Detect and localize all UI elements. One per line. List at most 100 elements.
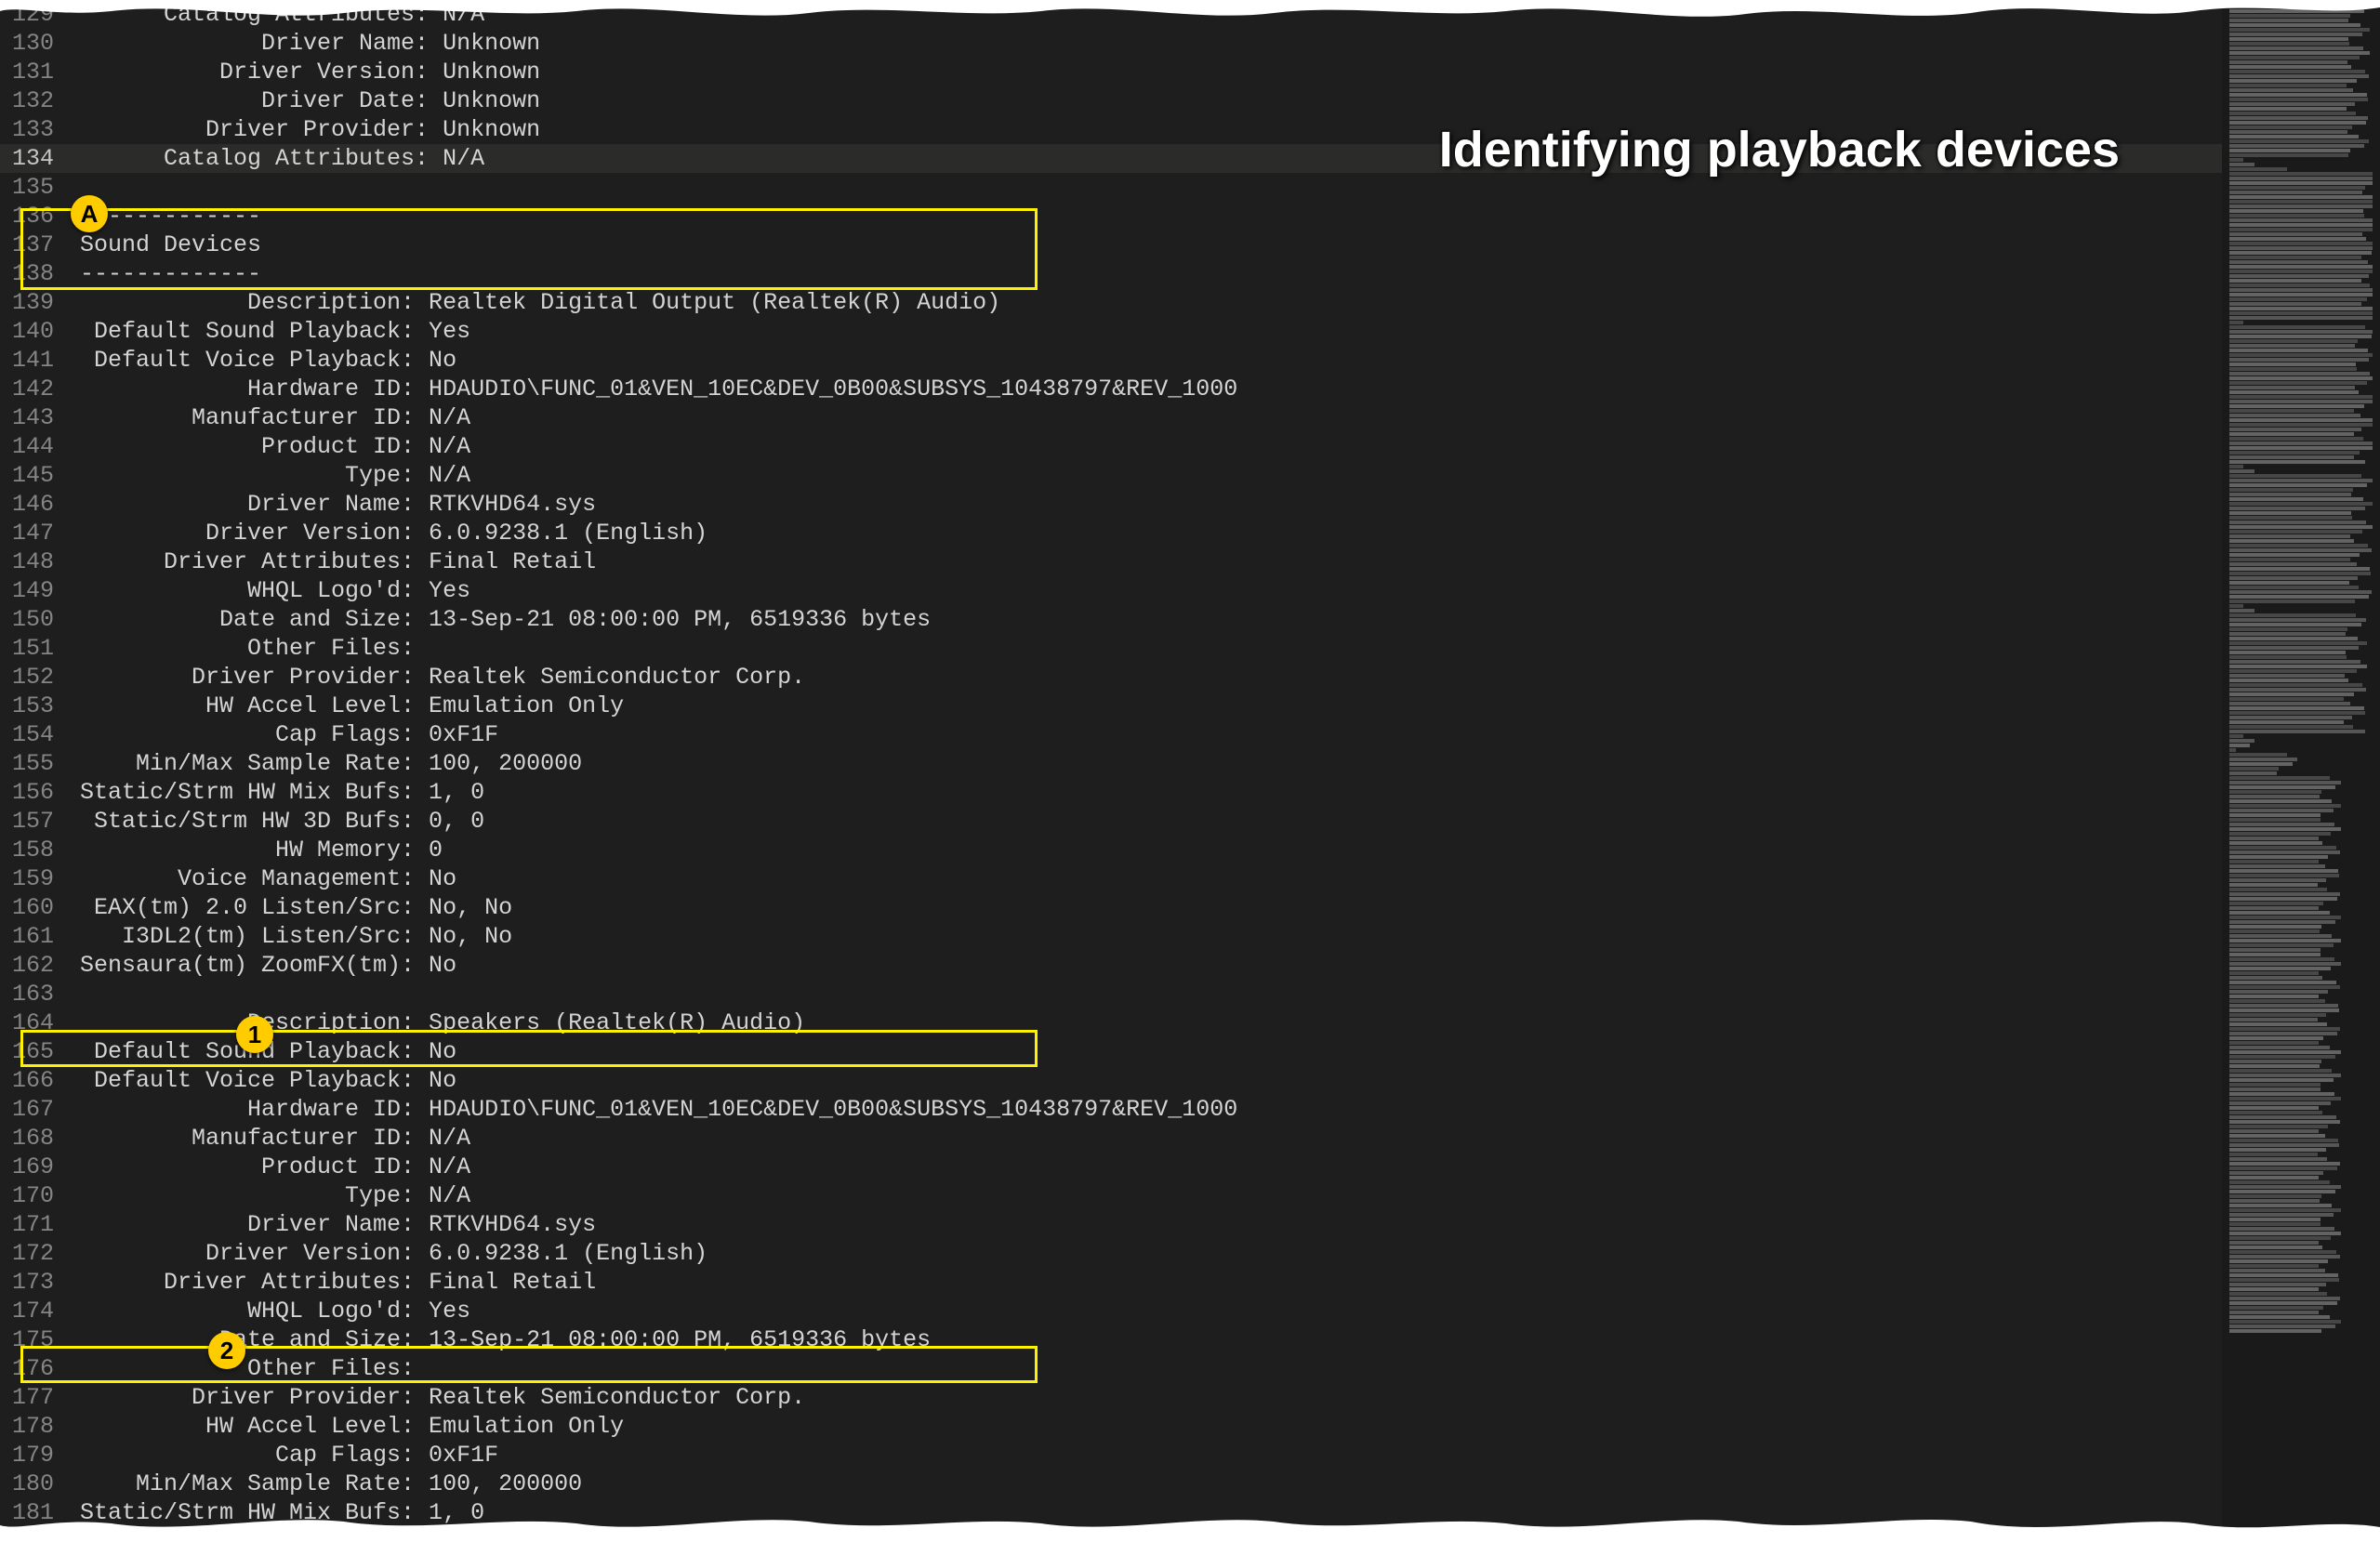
code-line[interactable]: 149 WHQL Logo'd: Yes [0,576,2222,605]
code-line[interactable]: 165 Default Sound Playback: No [0,1037,2222,1066]
code-line[interactable]: 145 Type: N/A [0,461,2222,490]
code-line[interactable]: 178 HW Accel Level: Emulation Only [0,1412,2222,1441]
code-line[interactable]: 161 I3DL2(tm) Listen/Src: No, No [0,922,2222,951]
code-line[interactable]: 138------------- [0,259,2222,288]
code-line[interactable]: 154 Cap Flags: 0xF1F [0,720,2222,749]
code-line[interactable]: 139 Description: Realtek Digital Output … [0,288,2222,317]
code-line[interactable]: 175 Date and Size: 13-Sep-21 08:00:00 PM… [0,1325,2222,1354]
code-line[interactable]: 179 Cap Flags: 0xF1F [0,1441,2222,1470]
line-content: Min/Max Sample Rate: 100, 200000 [80,1470,2222,1498]
code-line[interactable]: 150 Date and Size: 13-Sep-21 08:00:00 PM… [0,605,2222,634]
code-line[interactable]: 146 Driver Name: RTKVHD64.sys [0,490,2222,519]
line-number: 177 [0,1383,80,1412]
code-line[interactable]: 170 Type: N/A [0,1181,2222,1210]
code-line[interactable]: 166 Default Voice Playback: No [0,1066,2222,1095]
line-number: 166 [0,1066,80,1095]
code-line[interactable]: 159 Voice Management: No [0,864,2222,893]
code-line[interactable]: 135 [0,173,2222,202]
code-line[interactable]: 148 Driver Attributes: Final Retail [0,547,2222,576]
line-number: 133 [0,115,80,144]
code-line[interactable]: 134 Catalog Attributes: N/A [0,144,2222,173]
code-line[interactable]: 130 Driver Name: Unknown [0,29,2222,58]
minimap[interactable] [2222,0,2380,1536]
line-content: Description: Speakers (Realtek(R) Audio) [80,1008,2222,1037]
line-number: 173 [0,1268,80,1297]
line-content: Driver Provider: Unknown [80,115,2222,144]
code-line[interactable]: 142 Hardware ID: HDAUDIO\FUNC_01&VEN_10E… [0,375,2222,403]
code-line[interactable]: 143 Manufacturer ID: N/A [0,403,2222,432]
code-line[interactable]: 167 Hardware ID: HDAUDIO\FUNC_01&VEN_10E… [0,1095,2222,1124]
code-line[interactable]: 163 [0,980,2222,1008]
code-panel[interactable]: 129 Catalog Attributes: N/A130 Driver Na… [0,0,2222,1536]
line-number: 144 [0,432,80,461]
line-number: 140 [0,317,80,346]
line-content: ------------- [80,202,2222,231]
line-content: Driver Version: 6.0.9238.1 (English) [80,1239,2222,1268]
callout-2: 2 [208,1332,245,1369]
line-content: WHQL Logo'd: Yes [80,1297,2222,1325]
line-content: HW Accel Level: Emulation Only [80,1412,2222,1441]
line-number: 179 [0,1441,80,1470]
line-content: Cap Flags: 0xF1F [80,1441,2222,1470]
line-number: 170 [0,1181,80,1210]
line-content: Driver Name: Unknown [80,29,2222,58]
line-number: 129 [0,0,80,29]
line-content: Min/Max Sample Rate: 100, 200000 [80,749,2222,778]
line-number: 176 [0,1354,80,1383]
code-line[interactable]: 157 Static/Strm HW 3D Bufs: 0, 0 [0,807,2222,836]
line-content: Driver Attributes: Final Retail [80,547,2222,576]
code-line[interactable]: 181Static/Strm HW Mix Bufs: 1, 0 [0,1498,2222,1527]
line-number: 146 [0,490,80,519]
minimap-content [2229,0,2373,1334]
line-number: 150 [0,605,80,634]
line-number: 180 [0,1470,80,1498]
code-line[interactable]: 141 Default Voice Playback: No [0,346,2222,375]
code-line[interactable]: 158 HW Memory: 0 [0,836,2222,864]
editor-area: 129 Catalog Attributes: N/A130 Driver Na… [0,0,2380,1536]
line-content: Driver Attributes: Final Retail [80,1268,2222,1297]
code-line[interactable]: 133 Driver Provider: Unknown [0,115,2222,144]
line-content: Default Sound Playback: No [80,1037,2222,1066]
code-line[interactable]: 160 EAX(tm) 2.0 Listen/Src: No, No [0,893,2222,922]
line-number: 142 [0,375,80,403]
code-line[interactable]: 153 HW Accel Level: Emulation Only [0,692,2222,720]
code-line[interactable]: 147 Driver Version: 6.0.9238.1 (English) [0,519,2222,547]
code-line[interactable]: 171 Driver Name: RTKVHD64.sys [0,1210,2222,1239]
line-content: Default Sound Playback: Yes [80,317,2222,346]
code-line[interactable]: 174 WHQL Logo'd: Yes [0,1297,2222,1325]
code-line[interactable]: 137Sound Devices [0,231,2222,259]
code-line[interactable]: 173 Driver Attributes: Final Retail [0,1268,2222,1297]
line-number: 157 [0,807,80,836]
code-line[interactable]: 129 Catalog Attributes: N/A [0,0,2222,29]
code-line[interactable]: 180 Min/Max Sample Rate: 100, 200000 [0,1470,2222,1498]
code-line[interactable]: 172 Driver Version: 6.0.9238.1 (English) [0,1239,2222,1268]
code-line[interactable]: 131 Driver Version: Unknown [0,58,2222,86]
line-content: Catalog Attributes: N/A [80,144,2222,173]
line-number: 143 [0,403,80,432]
line-content: Driver Version: 6.0.9238.1 (English) [80,519,2222,547]
line-number: 158 [0,836,80,864]
code-line[interactable]: 177 Driver Provider: Realtek Semiconduct… [0,1383,2222,1412]
code-line[interactable]: 136------------- [0,202,2222,231]
line-number: 174 [0,1297,80,1325]
line-number: 162 [0,951,80,980]
line-number: 164 [0,1008,80,1037]
code-line[interactable]: 151 Other Files: [0,634,2222,663]
line-number: 160 [0,893,80,922]
code-line[interactable]: 156Static/Strm HW Mix Bufs: 1, 0 [0,778,2222,807]
code-line[interactable]: 162Sensaura(tm) ZoomFX(tm): No [0,951,2222,980]
line-number: 168 [0,1124,80,1153]
line-number: 175 [0,1325,80,1354]
code-line[interactable]: 176 Other Files: [0,1354,2222,1383]
code-line[interactable]: 155 Min/Max Sample Rate: 100, 200000 [0,749,2222,778]
code-line[interactable]: 168 Manufacturer ID: N/A [0,1124,2222,1153]
line-content: Date and Size: 13-Sep-21 08:00:00 PM, 65… [80,1325,2222,1354]
code-line[interactable]: 152 Driver Provider: Realtek Semiconduct… [0,663,2222,692]
line-number: 159 [0,864,80,893]
code-line[interactable]: 132 Driver Date: Unknown [0,86,2222,115]
code-line[interactable]: 140 Default Sound Playback: Yes [0,317,2222,346]
code-line[interactable]: 144 Product ID: N/A [0,432,2222,461]
code-line[interactable]: 164 Description: Speakers (Realtek(R) Au… [0,1008,2222,1037]
code-line[interactable]: 169 Product ID: N/A [0,1153,2222,1181]
line-content: WHQL Logo'd: Yes [80,576,2222,605]
